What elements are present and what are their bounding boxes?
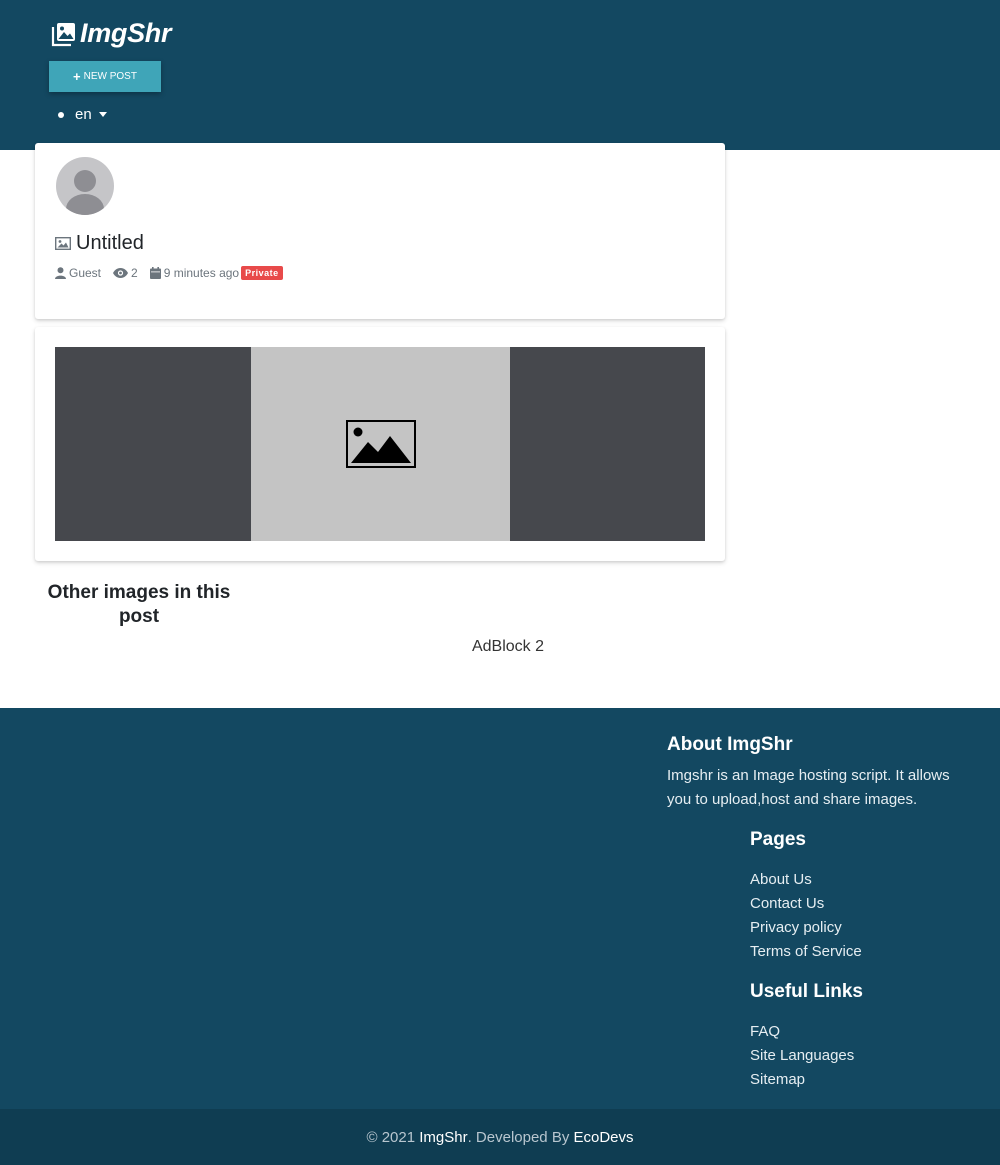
plus-icon: + [73, 69, 81, 84]
caret-down-icon [98, 112, 107, 117]
eye-icon [113, 268, 129, 278]
user-avatar-icon [66, 170, 104, 215]
language-value: en [75, 106, 92, 123]
site-header: ImgShr + NEW POST en [0, 0, 1000, 150]
pages-title: Pages [750, 829, 806, 850]
status-badge: Private [241, 266, 283, 280]
post-info-card: Untitled Guest 2 9 minutes ago Private [35, 143, 725, 319]
about-text: Imgshr is an Image hosting script. It al… [667, 767, 950, 808]
calendar-icon [149, 267, 161, 279]
footer-link-contact-us[interactable]: Contact Us [750, 892, 862, 916]
image-gallery-icon [51, 22, 75, 46]
site-logo[interactable]: ImgShr [51, 18, 172, 49]
footer-link-terms-of-service[interactable]: Terms of Service [750, 940, 862, 964]
post-author[interactable]: Guest [69, 266, 101, 280]
copyright-prefix: © 2021 [366, 1128, 416, 1146]
useful-links: FAQ Site Languages Sitemap [750, 1020, 854, 1092]
developer-link[interactable]: EcoDevs [574, 1129, 634, 1146]
image-viewer[interactable] [55, 347, 705, 541]
footer-link-privacy-policy[interactable]: Privacy policy [750, 916, 862, 940]
copyright-bar: © 2021 ImgShr. Developed By EcoDevs [0, 1109, 1000, 1165]
useful-links-title: Useful Links [750, 981, 863, 1002]
ad-block: AdBlock 2 [471, 638, 545, 655]
other-images-heading: Other images in this post [47, 582, 231, 627]
language-dropdown[interactable]: en [58, 106, 107, 123]
post-image-card [35, 327, 725, 561]
about-title: About ImgShr [667, 734, 793, 755]
post-title: Untitled [55, 232, 144, 255]
footer-link-site-languages[interactable]: Site Languages [750, 1044, 854, 1068]
post-meta: Guest 2 9 minutes ago Private [55, 266, 283, 280]
post-title-text: Untitled [76, 232, 144, 254]
developed-by-text: . Developed By [467, 1128, 570, 1146]
pages-links: About Us Contact Us Privacy policy Terms… [750, 868, 862, 964]
post-time: 9 minutes ago [163, 266, 240, 280]
user-icon [55, 267, 66, 279]
footer-link-sitemap[interactable]: Sitemap [750, 1068, 854, 1092]
copyright-brand-link[interactable]: ImgShr [419, 1129, 467, 1146]
post-views: 2 [131, 266, 138, 280]
new-post-button[interactable]: + NEW POST [49, 61, 161, 92]
avatar[interactable] [56, 157, 114, 215]
image-placeholder[interactable] [251, 347, 510, 541]
brand-name: ImgShr [80, 18, 172, 48]
broken-image-icon [345, 420, 416, 468]
footer-link-about-us[interactable]: About Us [750, 868, 862, 892]
footer-link-faq[interactable]: FAQ [750, 1020, 854, 1044]
site-footer: About ImgShr Imgshr is an Image hosting … [0, 708, 1000, 1109]
new-post-label: NEW POST [83, 71, 137, 82]
bullet-icon [58, 111, 64, 118]
image-icon [55, 237, 71, 250]
